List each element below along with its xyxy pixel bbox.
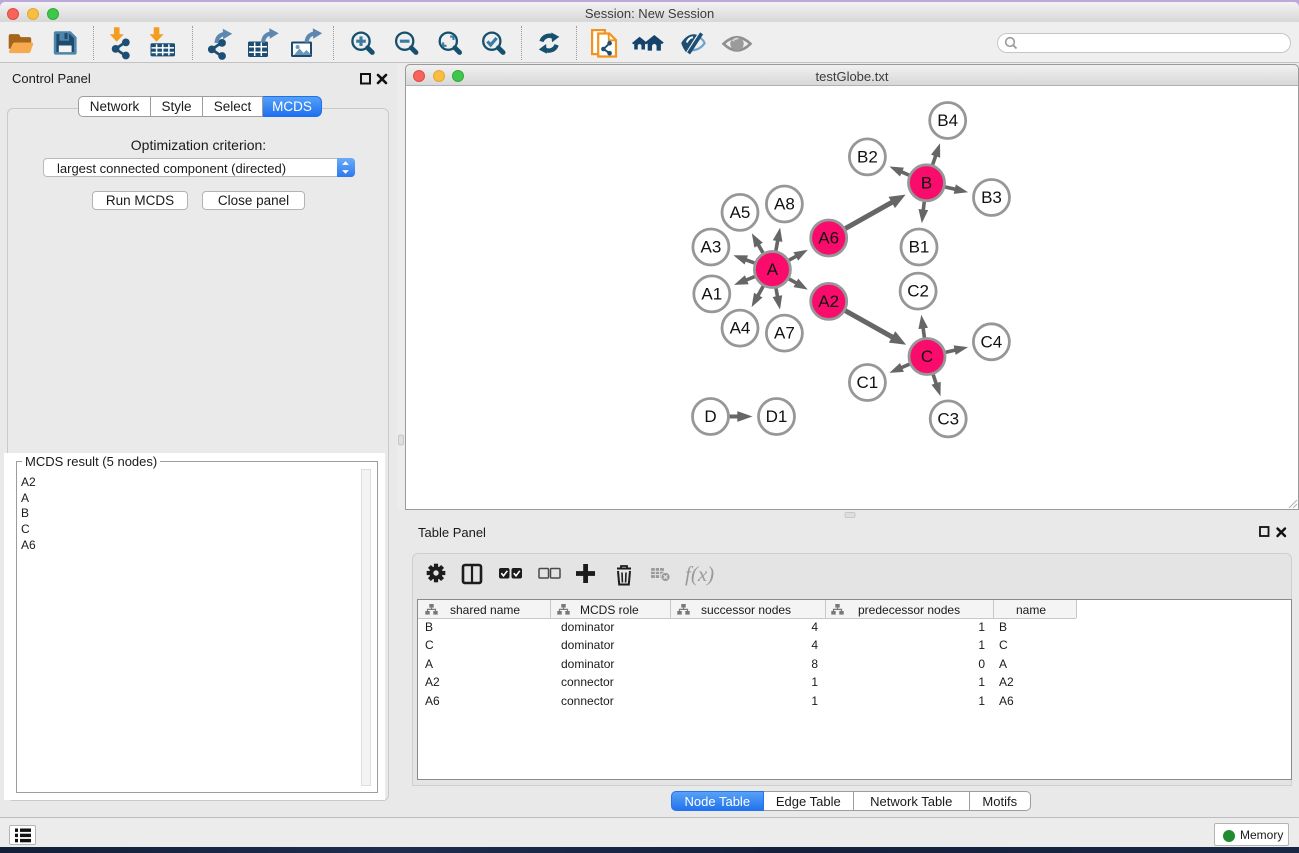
svg-text:A7: A7 [774,324,795,343]
svg-text:B3: B3 [981,188,1002,207]
svg-text:A2: A2 [818,292,839,311]
svg-text:A1: A1 [701,284,722,303]
svg-text:B2: B2 [857,147,878,166]
svg-text:D1: D1 [766,407,788,426]
svg-text:C3: C3 [937,409,959,428]
svg-text:B: B [921,173,932,192]
svg-text:A3: A3 [701,238,722,257]
svg-text:A5: A5 [730,203,751,222]
svg-text:C1: C1 [857,373,879,392]
svg-text:A: A [767,260,779,279]
svg-text:C4: C4 [981,332,1003,351]
svg-text:A6: A6 [818,229,839,248]
svg-text:A4: A4 [730,319,751,338]
svg-text:B1: B1 [909,238,930,257]
svg-text:D: D [704,407,716,426]
svg-text:C2: C2 [907,282,929,301]
svg-text:B4: B4 [937,111,958,130]
svg-text:A8: A8 [774,195,795,214]
svg-text:C: C [921,347,933,366]
